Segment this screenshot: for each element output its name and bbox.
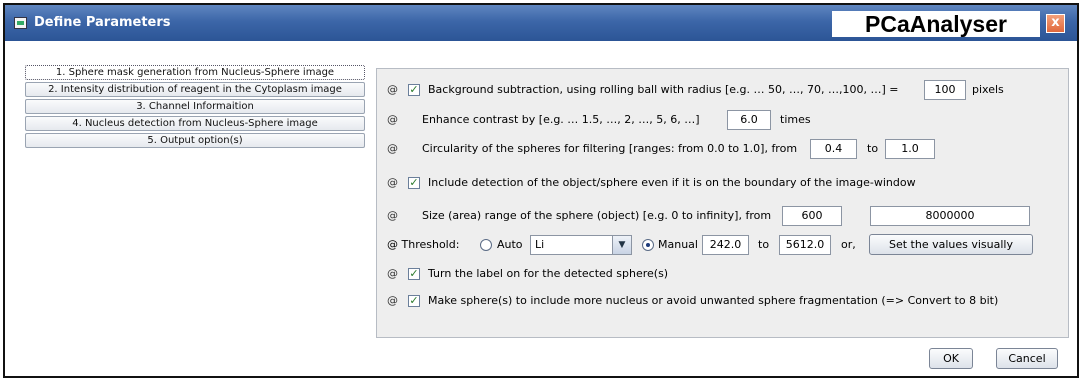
size-from-input[interactable]: 600 [782, 206, 842, 226]
boundary-checkbox[interactable]: ✓ [408, 177, 420, 189]
threshold-text: Threshold: [401, 238, 460, 251]
times-label: times [780, 113, 811, 126]
circularity-to-input[interactable]: 1.0 [885, 139, 935, 159]
threshold-min-input[interactable]: 242.0 [702, 235, 749, 255]
convert-label: Make sphere(s) to include more nucleus o… [428, 294, 999, 307]
chevron-down-icon[interactable]: ▼ [612, 236, 631, 254]
set-values-visually-button[interactable]: Set the values visually [869, 234, 1033, 255]
boundary-row: @ ✓ Include detection of the object/sphe… [377, 172, 1068, 194]
convert-checkbox[interactable]: ✓ [408, 295, 420, 307]
background-checkbox[interactable]: ✓ [408, 84, 420, 96]
threshold-method-select[interactable]: Li ▼ [530, 235, 632, 255]
size-to-input[interactable]: 8000000 [870, 206, 1030, 226]
threshold-label: @ Threshold: [387, 238, 459, 251]
contrast-label: Enhance contrast by [e.g. … 1.5, …, 2, …… [422, 113, 700, 126]
manual-radio[interactable] [642, 239, 654, 251]
background-row: @ ✓ Background subtraction, using rollin… [377, 79, 1068, 101]
at-icon: @ [387, 294, 398, 307]
boundary-label: Include detection of the object/sphere e… [428, 176, 916, 189]
rolling-ball-radius-input[interactable]: 100 [924, 80, 966, 100]
at-icon: @ [387, 83, 398, 96]
at-icon: @ [387, 267, 398, 280]
tab-sphere-mask[interactable]: 1. Sphere mask generation from Nucleus-S… [25, 65, 365, 80]
contrast-input[interactable]: 6.0 [727, 110, 771, 130]
ok-button[interactable]: OK [929, 348, 973, 369]
auto-radio[interactable] [480, 239, 492, 251]
threshold-max-input[interactable]: 5612.0 [779, 235, 831, 255]
tab-channel-information[interactable]: 3. Channel Informaition [25, 99, 365, 114]
title-bar[interactable]: Define Parameters PCaAnalyser x [5, 5, 1077, 41]
parameters-panel: @ ✓ Background subtraction, using rollin… [376, 68, 1069, 338]
at-icon: @ [387, 209, 398, 222]
circularity-row: @ Circularity of the spheres for filteri… [377, 138, 1068, 160]
window-title: Define Parameters [34, 15, 171, 30]
circularity-to-label: to [867, 142, 879, 155]
threshold-to-label: to [758, 238, 770, 251]
label-on-label: Turn the label on for the detected spher… [428, 267, 669, 280]
at-icon: @ [387, 142, 398, 155]
close-button[interactable]: x [1046, 14, 1065, 33]
brand-label: PCaAnalyser [832, 11, 1040, 37]
manual-label: Manual [658, 238, 698, 251]
tab-list: 1. Sphere mask generation from Nucleus-S… [25, 65, 365, 150]
tab-intensity-distribution[interactable]: 2. Intensity distribution of reagent in … [25, 82, 365, 97]
or-label: or, [841, 238, 856, 251]
size-row: @ Size (area) range of the sphere (objec… [377, 205, 1068, 227]
convert-row: @ ✓ Make sphere(s) to include more nucle… [377, 290, 1068, 312]
size-label: Size (area) range of the sphere (object)… [422, 209, 772, 222]
at-icon: @ [387, 113, 398, 126]
circularity-from-input[interactable]: 0.4 [810, 139, 857, 159]
at-icon: @ [387, 238, 398, 251]
threshold-method-value: Li [535, 238, 545, 251]
app-icon [14, 17, 27, 29]
label-on-checkbox[interactable]: ✓ [408, 268, 420, 280]
pixels-label: pixels [972, 83, 1004, 96]
tab-nucleus-detection[interactable]: 4. Nucleus detection from Nucleus-Sphere… [25, 116, 365, 131]
contrast-row: @ Enhance contrast by [e.g. … 1.5, …, 2,… [377, 109, 1068, 131]
cancel-button[interactable]: Cancel [996, 348, 1058, 369]
tab-output-options[interactable]: 5. Output option(s) [25, 133, 365, 148]
label-on-row: @ ✓ Turn the label on for the detected s… [377, 263, 1068, 285]
threshold-row: @ Threshold: Auto Li ▼ Manual 242.0 to 5… [377, 234, 1068, 256]
circularity-label: Circularity of the spheres for filtering… [422, 142, 798, 155]
at-icon: @ [387, 176, 398, 189]
auto-label: Auto [497, 238, 523, 251]
define-parameters-dialog: Define Parameters PCaAnalyser x 1. Spher… [3, 3, 1079, 378]
background-label: Background subtraction, using rolling ba… [428, 83, 899, 96]
